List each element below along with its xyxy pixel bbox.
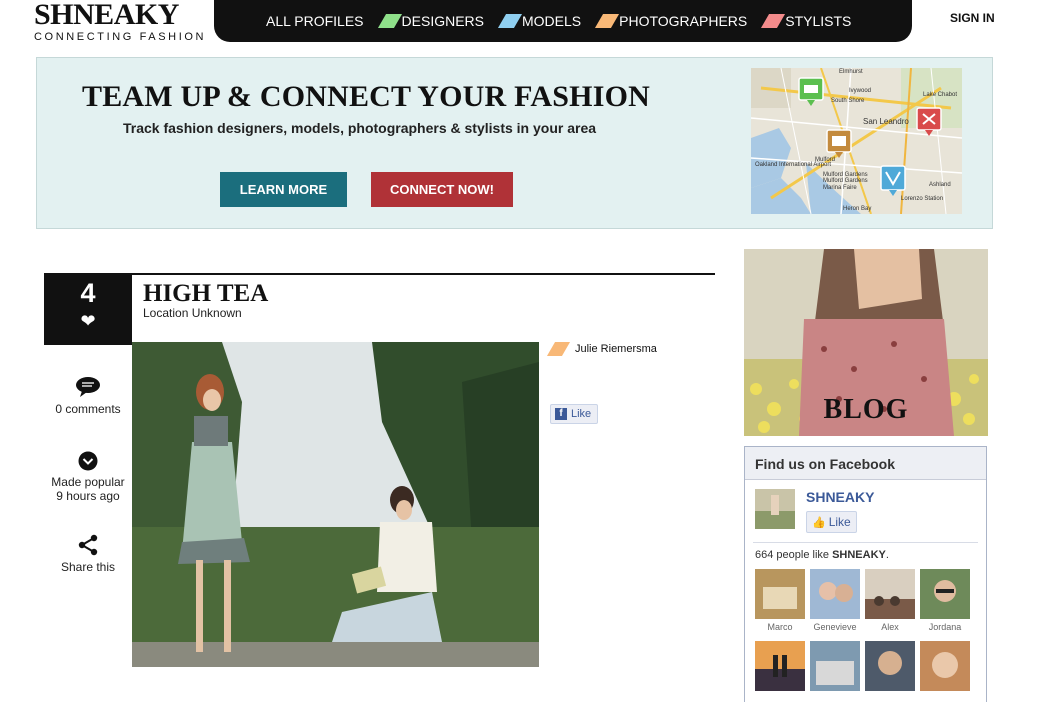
nav-all-profiles-label: ALL PROFILES <box>266 13 364 29</box>
nav-models-label: MODELS <box>522 13 582 29</box>
fan-item[interactable] <box>754 641 806 694</box>
connect-now-button[interactable]: CONNECT NOW! <box>371 172 513 207</box>
fan-item[interactable] <box>809 641 861 694</box>
fan-name: Alex <box>881 622 899 632</box>
like-count-page: SHNEAKY <box>832 549 886 561</box>
fan-avatar <box>810 641 860 691</box>
logo-title: SHNEAKY <box>34 0 179 31</box>
author-link[interactable]: Julie Riemersma <box>546 342 657 356</box>
nav-all-profiles[interactable]: ALL PROFILES <box>266 13 364 29</box>
like-counter: 4 ❤ <box>44 275 132 345</box>
page-thumbnail-image <box>755 489 795 529</box>
sign-in-link[interactable]: SIGN IN <box>950 11 995 25</box>
post-divider <box>44 273 715 275</box>
map-label: Oakland International Airport <box>755 162 831 168</box>
photo-image <box>132 342 539 667</box>
logo-subtitle: CONNECTING FASHION <box>34 31 207 43</box>
facebook-page-name[interactable]: SHNEAKY <box>806 489 874 505</box>
main-nav: ALL PROFILES DESIGNERS MODELS PHOTOGRAPH… <box>214 0 912 42</box>
nav-designers-label: DESIGNERS <box>401 13 484 29</box>
blog-panel[interactable]: BLOG <box>744 249 988 436</box>
fan-avatar <box>920 569 970 619</box>
nav-photographers-label: PHOTOGRAPHERS <box>619 13 748 29</box>
map-label: Mulford Gardens <box>823 178 868 184</box>
fan-name: Jordana <box>928 622 962 632</box>
comments-count: 0 comments <box>55 402 121 416</box>
stylists-swatch-icon <box>761 14 786 28</box>
designers-swatch-icon <box>377 14 402 28</box>
facebook-like-count: 664 people like SHNEAKY. <box>755 549 889 561</box>
area-map[interactable]: Elmhurst Ivywood South Shore San Leandro… <box>751 68 962 214</box>
heart-icon[interactable]: ❤ <box>44 311 132 332</box>
nav-stylists-label: STYLISTS <box>785 13 852 29</box>
map-label: South Shore <box>831 98 865 104</box>
map-graphic: Elmhurst Ivywood South Shore San Leandro… <box>751 68 962 214</box>
fan-avatar <box>755 641 805 691</box>
fan-item[interactable]: Alex <box>864 569 916 632</box>
like-count-suffix: . <box>885 549 889 561</box>
photographer-swatch-icon <box>546 342 571 356</box>
made-popular-info: Made popular 9 hours ago <box>44 451 132 503</box>
models-swatch-icon <box>497 14 523 28</box>
map-label: Heron Bay <box>843 206 871 212</box>
fan-item[interactable] <box>919 641 971 694</box>
facebook-widget-like-label: Like <box>828 515 851 529</box>
facebook-page-thumbnail[interactable] <box>755 489 795 529</box>
nav-models[interactable]: MODELS <box>497 13 582 29</box>
author-name: Julie Riemersma <box>575 343 657 355</box>
made-popular-line2: 9 hours ago <box>56 489 120 503</box>
facebook-divider <box>753 542 978 543</box>
fan-avatar <box>865 569 915 619</box>
logo[interactable]: SHNEAKY CONNECTING FASHION <box>34 0 209 43</box>
post-photo[interactable] <box>132 342 539 667</box>
chevron-down-circle-icon <box>78 451 98 471</box>
nav-photographers[interactable]: PHOTOGRAPHERS <box>595 13 748 29</box>
fan-avatar <box>755 569 805 619</box>
post-location: Location Unknown <box>143 306 242 320</box>
hero-banner: TEAM UP & CONNECT YOUR FASHION Track fas… <box>36 57 993 229</box>
fan-avatar <box>920 641 970 691</box>
blog-label: BLOG <box>823 394 909 425</box>
facebook-like-button[interactable]: f Like <box>550 404 598 424</box>
like-count-prefix: 664 people like <box>755 549 830 561</box>
post-title[interactable]: HIGH TEA <box>143 280 268 308</box>
thumbs-up-icon: 👍 <box>812 516 826 529</box>
facebook-like-label: Like <box>571 408 592 420</box>
learn-more-button[interactable]: LEARN MORE <box>220 172 347 207</box>
facebook-icon: f <box>555 408 567 420</box>
fan-item[interactable]: Jordana <box>919 569 971 632</box>
share-icon <box>78 534 98 556</box>
fan-item[interactable]: Genevieve <box>809 569 861 632</box>
hero-title: TEAM UP & CONNECT YOUR FASHION <box>82 80 650 113</box>
hero-subtitle: Track fashion designers, models, photogr… <box>123 120 597 136</box>
nav-stylists[interactable]: STYLISTS <box>761 13 852 29</box>
fan-name: Genevieve <box>813 622 857 632</box>
map-label: Marina Faire <box>823 185 857 191</box>
fan-avatar <box>865 641 915 691</box>
fan-avatar <box>810 569 860 619</box>
map-label: Lake Chabot <box>923 92 957 98</box>
fan-name: Marco <box>767 622 793 632</box>
speech-bubble-icon <box>76 377 100 397</box>
share-link[interactable]: Share this <box>44 534 132 574</box>
facebook-widget: Find us on Facebook SHNEAKY 👍 Like 664 p… <box>744 446 987 702</box>
share-label: Share this <box>60 560 116 574</box>
facebook-widget-like-button[interactable]: 👍 Like <box>806 511 857 533</box>
map-label: Ashland <box>929 182 951 188</box>
made-popular-line1: Made popular <box>51 475 125 489</box>
nav-designers[interactable]: DESIGNERS <box>377 13 484 29</box>
photographers-swatch-icon <box>595 14 620 28</box>
facebook-widget-heading: Find us on Facebook <box>745 447 986 480</box>
fan-item[interactable] <box>864 641 916 694</box>
fan-item[interactable]: Marco <box>754 569 806 632</box>
map-label: Ivywood <box>849 88 871 94</box>
map-label: San Leandro <box>863 117 909 126</box>
like-count: 4 <box>80 278 96 308</box>
comments-link[interactable]: 0 comments <box>44 376 132 416</box>
map-label: Lorenzo Station <box>901 196 943 202</box>
map-label: Elmhurst <box>839 69 863 75</box>
